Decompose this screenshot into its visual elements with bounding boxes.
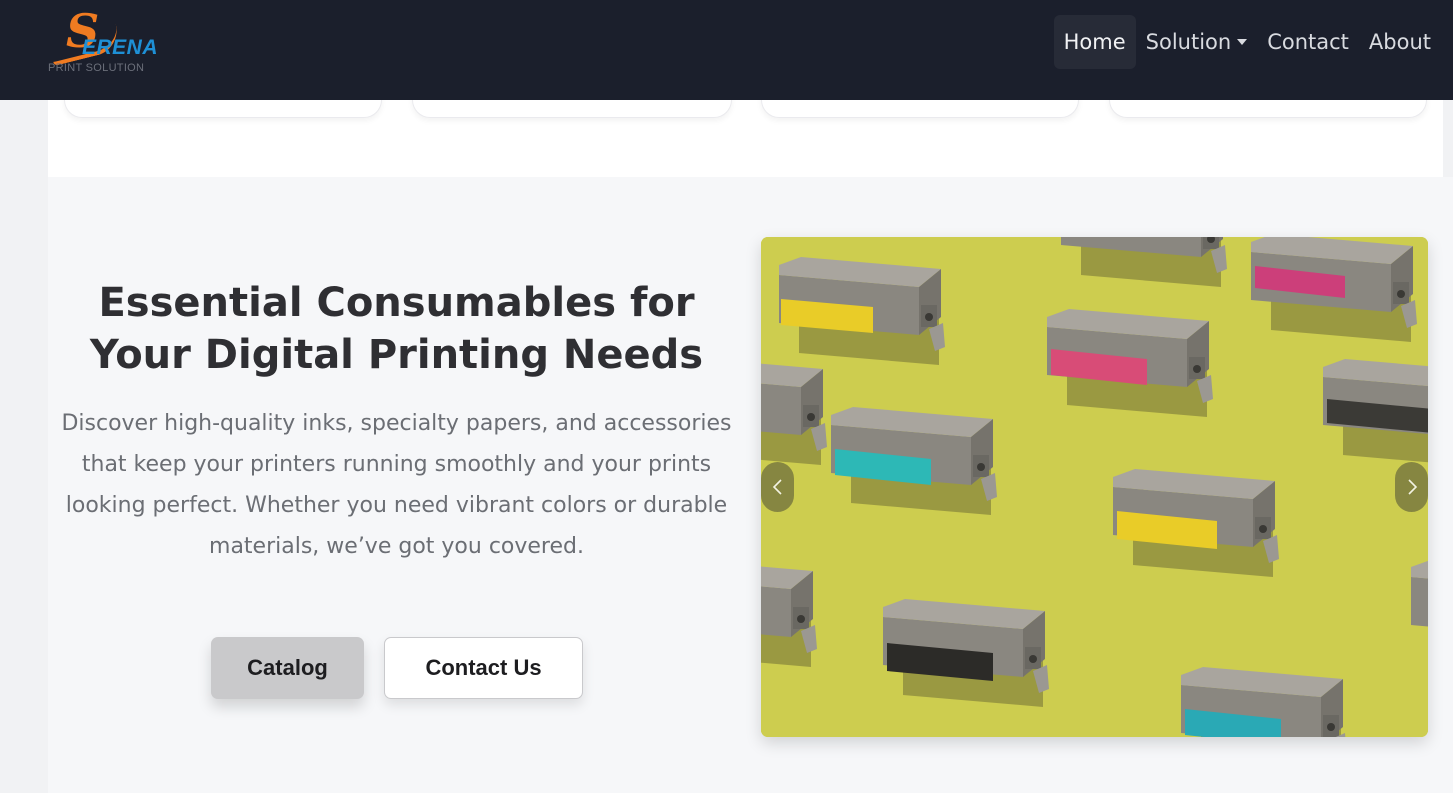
carousel-prev-button[interactable] [761, 462, 794, 512]
contact-us-button[interactable]: Contact Us [384, 637, 583, 699]
hero-title: Essential Consumables for Your Digital P… [89, 280, 704, 378]
logo-subtitle: PRINT SOLUTION [48, 62, 145, 74]
hero-section: Essential Consumables for Your Digital P… [48, 177, 1453, 793]
catalog-button[interactable]: Catalog [211, 637, 364, 699]
hero-description: Discover high-quality inks, specialty pa… [61, 411, 732, 559]
caret-down-icon [1237, 39, 1248, 45]
nav-contact[interactable]: Contact [1257, 15, 1359, 69]
logo-word: ERENA [82, 36, 159, 59]
nav-solution[interactable]: Solution [1136, 15, 1258, 69]
nav-about[interactable]: About [1359, 15, 1441, 69]
brand-logo[interactable]: S ERENA PRINT SOLUTION [46, 4, 166, 78]
carousel-next-button[interactable] [1395, 462, 1428, 512]
navbar: S ERENA PRINT SOLUTION Home Solution Con… [0, 0, 1453, 100]
carousel-image [761, 237, 1428, 737]
nav-solution-label: Solution [1145, 30, 1232, 54]
nav-home[interactable]: Home [1053, 15, 1136, 69]
chevron-right-icon [1407, 479, 1417, 495]
main-nav: Home Solution Contact About [1053, 15, 1441, 69]
image-carousel[interactable] [761, 237, 1428, 737]
chevron-left-icon [772, 479, 782, 495]
features-section [48, 80, 1443, 177]
